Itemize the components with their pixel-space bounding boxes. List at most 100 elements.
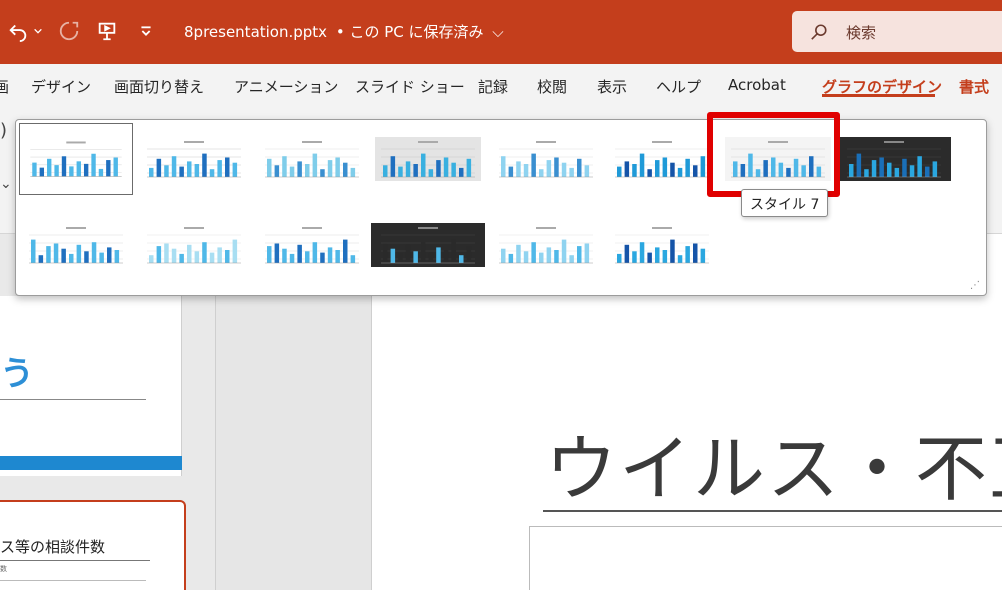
style-tooltip: スタイル 7: [741, 189, 829, 217]
preview-bar: [577, 158, 582, 177]
preview-bar: [187, 161, 192, 177]
chevron-down-icon: ⌵: [492, 23, 504, 41]
preview-bar: [282, 156, 287, 177]
preview-bar: [436, 247, 441, 263]
preview-bar: [113, 157, 118, 177]
preview-bar: [413, 251, 418, 263]
slide-title-underline: [543, 510, 1002, 512]
preview-bar: [31, 239, 36, 263]
preview-bar: [274, 243, 280, 263]
chart-style-2[interactable]: [137, 123, 251, 195]
chart-style-1[interactable]: [19, 123, 133, 195]
preview-bar: [655, 247, 660, 263]
preview-bar: [632, 164, 637, 177]
preview-bar: [156, 158, 162, 177]
preview-bar: [398, 166, 403, 177]
preview-bar: [466, 246, 472, 263]
preview-bar: [91, 153, 96, 177]
preview-bar: [508, 166, 514, 177]
preview-title-mark: [536, 227, 556, 229]
preview-bar: [561, 162, 567, 177]
undo-icon[interactable]: [4, 17, 32, 45]
chart-style-10[interactable]: [137, 209, 251, 281]
chart-style-12[interactable]: [371, 209, 485, 281]
preview-bar: [398, 253, 403, 263]
preview-bar: [685, 158, 690, 177]
chart-style-3[interactable]: [255, 123, 369, 195]
preview-bar: [39, 167, 45, 177]
preview-bar: [632, 251, 637, 263]
tab-slideshow[interactable]: スライド ショー: [355, 76, 465, 97]
chart-style-11[interactable]: [255, 209, 369, 281]
tab-view[interactable]: 表示: [597, 76, 627, 97]
slide-thumbnail-1[interactable]: う: [0, 296, 182, 476]
slide-thumbnail-2[interactable]: ス等の相談件数 数: [0, 500, 186, 590]
chart-style-preview: [493, 137, 599, 181]
preview-bar: [856, 153, 862, 177]
preview-bar: [171, 156, 177, 177]
preview-bar: [871, 160, 877, 177]
preview-bar: [451, 162, 456, 177]
preview-bar: [700, 248, 706, 263]
preview-bar: [194, 164, 200, 177]
chart-style-9[interactable]: [19, 209, 133, 281]
chart-style-8[interactable]: [837, 123, 951, 195]
slide-title[interactable]: ウイルス・不正: [545, 410, 1002, 515]
preview-bar: [305, 251, 310, 263]
chart-placeholder[interactable]: [529, 526, 1002, 590]
preview-bar: [569, 255, 574, 263]
preview-bar: [106, 160, 111, 177]
presenter-icon[interactable]: [93, 17, 121, 45]
tab-animations[interactable]: アニメーション: [234, 76, 338, 97]
preview-bar: [289, 253, 295, 263]
preview-bar: [390, 248, 396, 263]
tab-review[interactable]: 校閲: [537, 76, 567, 97]
chart-style-13[interactable]: [489, 209, 603, 281]
resize-grip-icon[interactable]: ⋰: [970, 280, 980, 291]
preview-title-mark: [184, 227, 204, 229]
chart-style-preview: [609, 223, 715, 267]
preview-bar: [32, 162, 37, 177]
preview-bar: [894, 167, 900, 177]
preview-bar: [232, 239, 238, 263]
preview-bar: [305, 164, 310, 177]
active-tab-indicator: [822, 94, 935, 97]
preview-bar: [156, 246, 162, 263]
preview-bar: [639, 153, 645, 177]
undo-dropdown-chevron-down-icon[interactable]: [30, 17, 46, 45]
chart-style-5[interactable]: [489, 123, 603, 195]
preview-title-mark: [418, 227, 438, 229]
preview-bar: [46, 246, 51, 263]
preview-bar: [83, 163, 89, 177]
tab-format[interactable]: 書式: [959, 76, 989, 97]
search-box[interactable]: 検索: [792, 11, 1002, 52]
customize-icon[interactable]: [132, 17, 160, 45]
tab-help[interactable]: ヘルプ: [656, 76, 701, 97]
preview-bar: [501, 156, 506, 177]
redo-icon[interactable]: [55, 17, 83, 45]
tab-design[interactable]: デザイン: [31, 76, 91, 97]
preview-bar: [516, 244, 521, 263]
preview-bar: [149, 255, 154, 263]
thumbnail-title-fragment: う: [0, 354, 34, 394]
chart-style-preview: [837, 137, 951, 181]
style-7-highlight: [707, 112, 840, 197]
preview-bar: [76, 244, 82, 263]
preview-bar: [297, 161, 302, 177]
chart-style-6[interactable]: [605, 123, 719, 195]
tab-record[interactable]: 記録: [478, 76, 508, 97]
chart-style-4[interactable]: [371, 123, 485, 195]
preview-bar: [405, 161, 411, 177]
preview-bar: [421, 153, 426, 177]
preview-bar: [443, 250, 449, 263]
chart-style-14[interactable]: [605, 209, 719, 281]
preview-bar: [312, 242, 318, 263]
preview-bar: [91, 242, 97, 263]
tab-acrobat[interactable]: Acrobat: [728, 76, 786, 94]
preview-bar: [225, 250, 230, 263]
tab-transitions[interactable]: 画面切り替え: [114, 76, 204, 97]
document-title[interactable]: 8presentation.pptx • この PC に保存済み ⌵: [184, 21, 504, 42]
preview-bar: [194, 251, 200, 263]
tab-insert[interactable]: 画: [0, 76, 9, 97]
preview-bar: [47, 158, 52, 177]
